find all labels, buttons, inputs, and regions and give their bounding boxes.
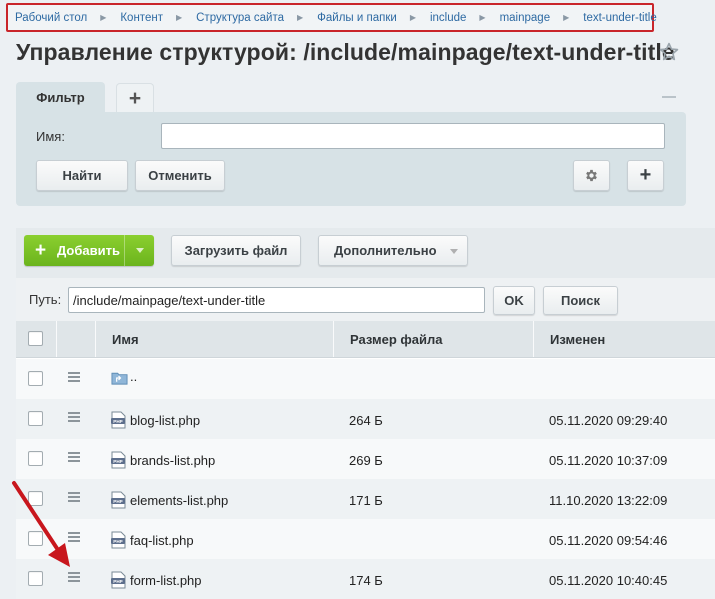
php-file-icon: PHP (111, 531, 126, 549)
breadcrumb-separator-icon: ▶ (100, 13, 107, 22)
file-size: 174 Б (349, 573, 383, 588)
filter-panel: Имя: Найти Отменить + (16, 112, 686, 206)
menu-icon[interactable] (68, 412, 80, 422)
file-modified: 11.10.2020 13:22:09 (549, 493, 668, 508)
file-size: 171 Б (349, 493, 383, 508)
breadcrumb-item-content[interactable]: Контент (120, 12, 163, 24)
breadcrumb-item-mainpage[interactable]: mainpage (500, 12, 551, 24)
star-icon[interactable] (658, 41, 680, 63)
breadcrumb-separator-icon: ▶ (175, 13, 183, 22)
add-button-label: Добавить (57, 243, 120, 258)
php-file-icon: PHP (111, 571, 126, 589)
path-input[interactable]: /include/mainpage/text-under-title (68, 287, 485, 313)
column-header-modified[interactable]: Изменен (550, 321, 605, 357)
file-name[interactable]: faq-list.php (130, 533, 194, 548)
menu-icon[interactable] (68, 372, 80, 382)
file-size: 264 Б (349, 413, 383, 428)
breadcrumb-separator-icon: ▶ (563, 13, 570, 22)
add-filter-tab-button[interactable]: + (116, 83, 154, 114)
column-divider (56, 321, 57, 357)
breadcrumb-item-include[interactable]: include (430, 12, 466, 24)
gear-icon (586, 169, 597, 182)
add-button[interactable]: + Добавить (24, 235, 154, 266)
caret-down-icon (450, 249, 458, 254)
file-modified: 05.11.2020 09:54:46 (549, 533, 668, 548)
breadcrumb: Рабочий стол ▶ Контент ▶ Структура сайта… (6, 3, 657, 32)
more-actions-button[interactable]: Дополнительно (318, 235, 468, 266)
select-all-checkbox[interactable] (28, 331, 43, 346)
table-row[interactable]: PHP brands-list.php 269 Б 05.11.2020 10:… (16, 439, 715, 479)
php-file-icon: PHP (111, 451, 126, 469)
breadcrumb-separator-icon: ▶ (409, 13, 416, 22)
add-dropdown-toggle[interactable] (124, 235, 154, 266)
file-modified: 05.11.2020 10:40:45 (549, 573, 668, 588)
breadcrumb-item-files-folders[interactable]: Файлы и папки (317, 12, 397, 24)
filter-name-label: Имя: (36, 129, 65, 144)
menu-icon[interactable] (68, 452, 80, 462)
file-modified: 05.11.2020 10:37:09 (549, 453, 668, 468)
php-file-icon: PHP (111, 491, 126, 509)
php-file-icon: PHP (111, 411, 126, 429)
toolbar: + Добавить Загрузить файл Дополнительно (16, 228, 715, 278)
breadcrumb-separator-icon: ▶ (479, 13, 486, 22)
annotation-arrow-icon (12, 481, 70, 567)
path-label: Путь: (29, 292, 62, 307)
column-divider (95, 321, 96, 357)
collapse-filter-icon[interactable] (662, 96, 676, 98)
file-name[interactable]: blog-list.php (130, 413, 200, 428)
breadcrumb-item-desktop[interactable]: Рабочий стол (15, 12, 87, 24)
path-row: Путь: /include/mainpage/text-under-title… (16, 278, 715, 321)
svg-text:PHP: PHP (113, 499, 122, 504)
column-header-size[interactable]: Размер файла (350, 321, 443, 357)
filter-name-input[interactable] (161, 123, 665, 149)
more-actions-label: Дополнительно (334, 243, 437, 258)
column-divider (333, 321, 334, 357)
table-row[interactable]: .. (16, 359, 715, 399)
svg-text:PHP: PHP (113, 459, 122, 464)
table-header: Имя Размер файла Изменен (16, 321, 715, 358)
file-name[interactable]: elements-list.php (130, 493, 228, 508)
cancel-button[interactable]: Отменить (135, 160, 225, 191)
breadcrumb-item-text-under-title[interactable]: text-under-title (583, 12, 657, 24)
table-row[interactable]: PHP form-list.php 174 Б 05.11.2020 10:40… (16, 559, 715, 599)
search-button[interactable]: Поиск (543, 286, 618, 315)
upload-file-button[interactable]: Загрузить файл (171, 235, 301, 266)
file-modified: 05.11.2020 09:29:40 (549, 413, 668, 428)
file-size: 269 Б (349, 453, 383, 468)
add-filter-field-button[interactable]: + (627, 160, 664, 191)
svg-text:PHP: PHP (113, 539, 122, 544)
page-title: Управление структурой: /include/mainpage… (16, 39, 675, 65)
file-list-panel: + Добавить Загрузить файл Дополнительно … (16, 228, 715, 599)
folder-up-icon (111, 372, 128, 385)
row-checkbox[interactable] (28, 371, 43, 386)
table-row[interactable]: PHP faq-list.php 05.11.2020 09:54:46 (16, 519, 715, 559)
ok-button[interactable]: OK (493, 286, 535, 315)
column-header-name[interactable]: Имя (112, 321, 139, 357)
tab-filter[interactable]: Фильтр (16, 82, 105, 114)
find-button[interactable]: Найти (36, 160, 128, 191)
file-name[interactable]: form-list.php (130, 573, 202, 588)
table-row[interactable]: PHP blog-list.php 264 Б 05.11.2020 09:29… (16, 399, 715, 439)
row-checkbox[interactable] (28, 411, 43, 426)
svg-text:PHP: PHP (113, 579, 122, 584)
breadcrumb-separator-icon: ▶ (296, 13, 304, 22)
filter-settings-button[interactable] (573, 160, 610, 191)
file-name[interactable]: .. (130, 369, 137, 384)
table-row[interactable]: PHP elements-list.php 171 Б 11.10.2020 1… (16, 479, 715, 519)
row-checkbox[interactable] (28, 451, 43, 466)
file-name[interactable]: brands-list.php (130, 453, 215, 468)
breadcrumb-item-site-structure[interactable]: Структура сайта (196, 12, 284, 24)
caret-down-icon (135, 248, 144, 253)
svg-text:PHP: PHP (113, 419, 122, 424)
plus-icon: + (34, 239, 47, 261)
column-divider (533, 321, 534, 357)
